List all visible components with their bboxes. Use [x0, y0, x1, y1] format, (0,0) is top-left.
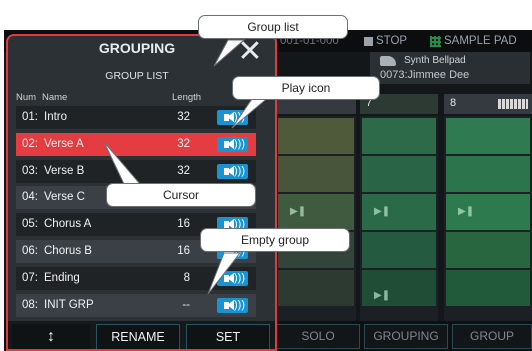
group-list-row[interactable]: 01: Intro 32))) [16, 106, 256, 129]
keyboard-icon [498, 99, 528, 109]
transport-status: STOP [376, 35, 408, 47]
dialog-button-bar: ↕ RENAME SET [8, 321, 275, 349]
row-name: Chorus A [44, 218, 92, 231]
sound-waves: ))) [234, 298, 245, 311]
row-name: Ending [44, 271, 80, 284]
group-list-header: GROUP LIST [105, 70, 169, 82]
set-button[interactable]: SET [186, 324, 270, 349]
instrument-name: Synth Bellpad [404, 55, 466, 66]
callout-play-icon: Play icon [232, 76, 380, 100]
synth-icon [380, 56, 396, 66]
solo-button[interactable]: SOLO [276, 324, 360, 349]
pattern-cell[interactable]: ▶❚ [446, 194, 530, 230]
pattern-cell[interactable] [446, 118, 530, 154]
row-number: 06: [22, 245, 38, 257]
speaker-icon[interactable]: ))) [217, 270, 248, 286]
sound-waves: ))) [234, 111, 245, 123]
play-indicator-icon: ▶❚ [374, 290, 391, 301]
track-lane-8: ▶❚ [444, 116, 532, 326]
row-name: Intro [44, 111, 68, 123]
speaker-cone [227, 165, 234, 176]
grid-icon [430, 36, 441, 47]
group-list-row[interactable]: 08: INIT GRP --))) [16, 293, 256, 317]
track-lane-7: ▶❚ ▶❚ [360, 116, 438, 326]
grouping-button[interactable]: GROUPING [364, 324, 448, 349]
row-number: 08: [22, 298, 38, 311]
pattern-cell[interactable]: ▶❚ [362, 270, 436, 306]
group-button[interactable]: GROUP [452, 324, 532, 349]
row-length: 16 [177, 218, 190, 231]
pattern-cell[interactable] [446, 270, 530, 306]
speaker-cone [227, 272, 234, 283]
speaker-cone [227, 299, 234, 310]
dialog-title: GROUPING [98, 40, 176, 56]
track-header-8[interactable]: 8 [444, 94, 532, 114]
speaker-cone [227, 138, 234, 149]
pattern-cell[interactable] [278, 118, 354, 154]
sound-waves: ))) [234, 271, 245, 284]
row-number: 07: [22, 271, 38, 284]
pattern-cell[interactable] [278, 270, 354, 306]
sample-pad-button[interactable]: SAMPLE PAD [444, 35, 517, 47]
rename-button[interactable]: RENAME [96, 324, 180, 349]
column-header-name: Name [42, 92, 68, 103]
callout-empty-group: Empty group [200, 228, 350, 252]
row-length: 32 [177, 137, 190, 150]
play-indicator-icon: ▶❚ [374, 206, 391, 217]
close-icon[interactable]: ✕ [232, 36, 268, 70]
sound-waves: ))) [234, 164, 245, 177]
row-length: -- [182, 298, 190, 311]
callout-cursor: Cursor [106, 183, 256, 207]
sort-button[interactable]: ↕ [12, 324, 90, 349]
row-length: 8 [183, 271, 190, 284]
row-name: INIT GRP [44, 298, 94, 311]
group-list-row[interactable]: 03: Verse B 32))) [16, 159, 256, 183]
pattern-cell[interactable]: ▶❚ [278, 194, 354, 230]
play-indicator-icon: ▶❚ [290, 206, 307, 217]
row-length: 32 [177, 164, 190, 177]
pattern-cell[interactable] [362, 118, 436, 154]
row-number: 01: [22, 111, 38, 123]
callout-group-list: Group list [198, 15, 348, 39]
track-lane-6: ▶❚ [276, 116, 356, 326]
row-length: 32 [177, 111, 190, 123]
speaker-icon[interactable]: ))) [217, 110, 248, 125]
row-length: 16 [177, 245, 190, 257]
row-number: 03: [22, 164, 38, 177]
row-name: Verse A [44, 137, 84, 150]
column-header-num: Num [16, 92, 37, 103]
track-number: 8 [450, 97, 457, 109]
row-number: 04: [22, 191, 38, 204]
row-number: 05: [22, 218, 38, 231]
pattern-cell[interactable] [362, 232, 436, 268]
instrument-patch: 0073:Jimmee Dee [380, 69, 470, 81]
pattern-cell[interactable] [446, 232, 530, 268]
group-list-row[interactable]: 07: Ending 8))) [16, 266, 256, 290]
sound-waves: ))) [234, 137, 245, 150]
speaker-icon[interactable]: ))) [217, 297, 248, 313]
speaker-icon[interactable]: ))) [217, 136, 248, 152]
row-name: Verse C [44, 191, 85, 204]
pattern-cell[interactable]: ▶❚ [362, 194, 436, 230]
row-number: 02: [22, 137, 38, 150]
row-name: Chorus B [44, 245, 92, 257]
play-indicator-icon: ▶❚ [458, 206, 475, 217]
speaker-icon[interactable]: ))) [217, 163, 248, 179]
row-name: Verse B [44, 164, 85, 177]
group-list-row[interactable]: 02: Verse A 32))) [16, 132, 256, 156]
pattern-cell[interactable] [446, 156, 530, 192]
stop-icon [364, 37, 373, 46]
instrument-display[interactable]: Synth Bellpad 0073:Jimmee Dee [370, 52, 530, 84]
column-header-length: Length [172, 92, 202, 103]
pattern-cell[interactable] [278, 156, 354, 192]
speaker-cone [227, 112, 234, 122]
pattern-cell[interactable] [362, 156, 436, 192]
